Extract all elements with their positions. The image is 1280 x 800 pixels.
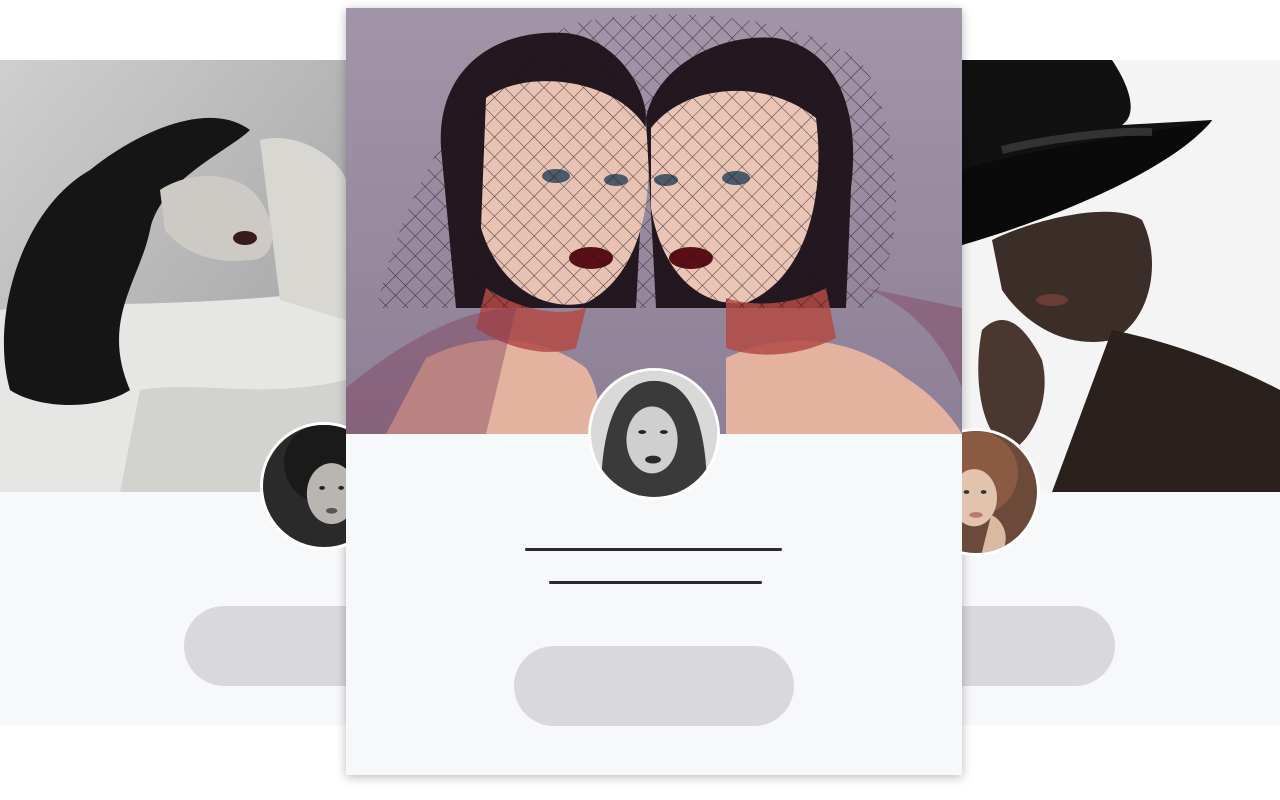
avatar-center[interactable] (588, 368, 720, 500)
cover-photo-left (0, 60, 346, 492)
action-button-placeholder-left[interactable] (184, 606, 346, 686)
photo-woman-lying-icon (0, 60, 346, 492)
skeleton-subtitle-line (549, 581, 762, 584)
cover-photo-right (962, 60, 1280, 492)
action-button-placeholder-center[interactable] (514, 646, 794, 726)
avatar-woman-dark-lips-icon (591, 371, 717, 497)
profile-card-right[interactable] (962, 60, 1280, 725)
avatar-woman-curly-hair-icon (263, 425, 346, 547)
profile-card-center[interactable] (346, 8, 962, 775)
skeleton-name-line (525, 548, 782, 551)
action-button-placeholder-right[interactable] (962, 606, 1115, 686)
profile-card-left[interactable] (0, 60, 346, 725)
photo-man-black-hat-icon (962, 60, 1280, 492)
